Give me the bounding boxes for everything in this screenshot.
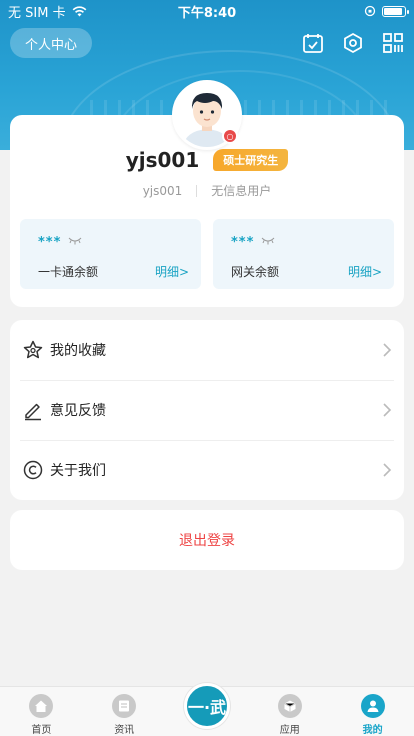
tab-mine[interactable]: 我的 [331,687,414,736]
logout-label: 退出登录 [179,533,235,549]
status-bar: 无 SIM 卡 下午8:40 [0,0,414,22]
tab-center[interactable]: 一·武 [166,683,249,736]
tab-home[interactable]: 首页 [0,687,83,736]
qrcode-icon[interactable] [382,32,404,54]
star-icon [23,340,43,359]
menu-item-label: 关于我们 [50,463,106,479]
menu-item-label: 我的收藏 [50,343,106,359]
battery-icon [382,5,409,17]
tab-label: 应用 [279,725,300,736]
gateway-balance-hidden: *** [231,235,255,250]
copyright-icon [23,460,43,480]
apps-icon [277,694,302,718]
chevron-right-icon [383,463,392,477]
balance-panel: *** 一卡通余额 明细> *** 网关余额 明细> [20,219,394,289]
tab-news[interactable]: 资讯 [83,687,166,736]
eye-closed-icon[interactable] [68,237,82,245]
calendar-icon[interactable] [302,32,324,54]
status-time: 下午8:40 [177,5,237,21]
edit-icon [25,403,41,421]
username: yjs001 [125,148,200,172]
chevron-right-icon [383,343,392,357]
home-icon [29,694,54,718]
gateway-balance-box[interactable]: *** 网关余额 明细> [213,219,394,289]
card-balance-hidden: *** [38,235,62,250]
tab-label: 首页 [31,725,52,736]
logout-button[interactable]: 退出登录 [10,510,404,570]
battery-level-fill [384,7,402,15]
settings-hex-icon[interactable] [342,32,364,54]
divider [196,184,198,197]
card-balance-label: 一卡通余额 [38,265,99,279]
tab-label: 资讯 [114,725,135,736]
eye-closed-icon[interactable] [261,237,275,245]
account-id: yjs001 [142,183,183,198]
menu-item-favorites[interactable]: 我的收藏 [10,320,404,380]
tab-label: 我的 [362,725,383,736]
tab-apps[interactable]: 应用 [248,687,331,736]
gateway-balance-detail-link[interactable]: 明细> [348,263,382,280]
gateway-balance-label: 网关余额 [231,265,280,279]
role-tag: 硕士研究生 [213,149,289,171]
menu-item-feedback[interactable]: 意见反馈 [10,380,404,440]
tab-bar: 首页 资讯 一·武 应用 我的 [0,683,414,736]
user-type: 无信息用户 [211,184,272,198]
center-logo-icon[interactable]: 一·武 [183,683,230,729]
profile-icon [360,694,385,718]
news-icon [112,694,137,718]
account-info-row: yjs001 无信息用户 [0,182,414,199]
menu-item-about[interactable]: 关于我们 [10,440,404,500]
personal-center-button[interactable]: 个人中心 [10,28,93,58]
center-logo-text: 一·武 [187,698,227,717]
name-row: yjs001 硕士研究生 [0,148,414,172]
menu-list: 我的收藏 意见反馈 关于我们 [10,320,404,500]
card-balance-box[interactable]: *** 一卡通余额 明细> [20,219,201,289]
card-balance-detail-link[interactable]: 明细> [155,263,189,280]
chevron-right-icon [383,403,392,417]
header-toolbar: 个人中心 [10,27,404,59]
menu-item-label: 意见反馈 [50,403,106,419]
avatar-edit-badge-icon[interactable]: ○ [222,128,238,144]
